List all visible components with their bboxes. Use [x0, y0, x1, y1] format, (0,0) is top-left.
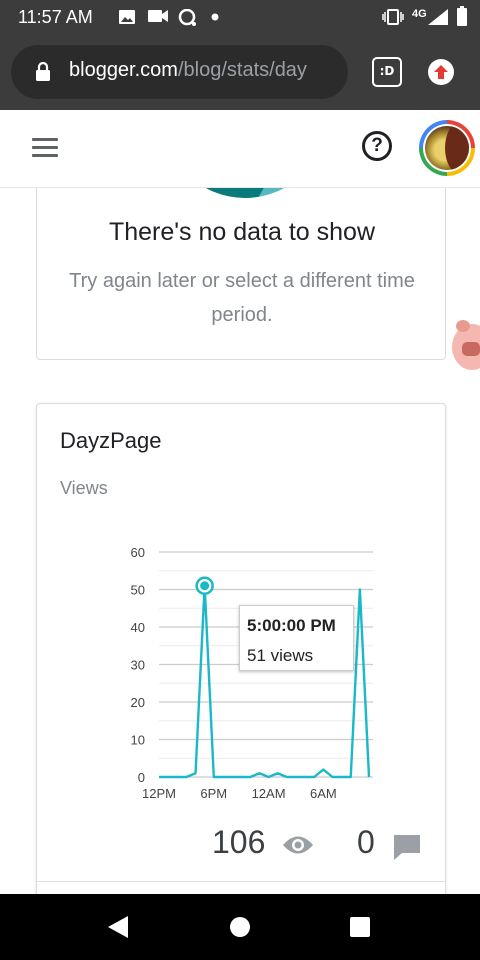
views-total: 106 — [212, 824, 266, 860]
browser-toolbar: blogger.com/blog/stats/day :D — [0, 34, 480, 110]
upload-button[interactable] — [428, 59, 454, 85]
y-tick-label: 60 — [131, 545, 145, 560]
upload-arrow-icon — [434, 65, 448, 79]
highlighted-point — [200, 581, 210, 591]
x-tick-label: 12PM — [142, 786, 176, 801]
vibrate-icon — [382, 9, 404, 25]
system-nav-bar — [0, 894, 480, 960]
main-content[interactable]: There's no data to show Try again later … — [0, 188, 480, 894]
app-header: ? — [0, 110, 480, 188]
chat-icon — [178, 9, 196, 26]
status-bar: 11:57 AM 4G — [0, 0, 480, 34]
dot-icon — [211, 13, 219, 21]
address-bar[interactable]: blogger.com/blog/stats/day — [11, 45, 348, 99]
y-tick-label: 20 — [131, 695, 145, 710]
help-icon[interactable]: ? — [362, 131, 392, 161]
eye-icon — [283, 836, 313, 854]
url-path: /blog/stats/day — [177, 59, 307, 81]
floating-bubble-icon[interactable] — [452, 320, 480, 370]
y-tick-label: 0 — [138, 770, 145, 785]
status-time: 11:57 AM — [18, 7, 93, 27]
back-icon[interactable] — [108, 916, 128, 938]
stats-card: DayzPage Views 0 10 20 30 40 50 60 12PM 6PM 12AM 6… — [36, 403, 446, 894]
menu-icon[interactable] — [32, 138, 58, 160]
url-host: blogger.com — [69, 59, 178, 81]
url-text: blogger.com/blog/stats/day — [69, 59, 307, 82]
y-tick-label: 30 — [131, 658, 145, 673]
network-type-label: 4G — [412, 8, 427, 20]
tab-switcher-button[interactable]: :D — [372, 57, 402, 87]
avatar[interactable] — [419, 120, 475, 176]
y-tick-label: 10 — [131, 733, 145, 748]
battery-icon — [457, 6, 467, 26]
empty-state-title: There's no data to show — [108, 218, 376, 246]
lock-icon — [36, 62, 50, 81]
empty-state-subtitle: Try again later or select a different ti… — [69, 270, 415, 326]
tooltip-views: 51 views — [247, 646, 314, 665]
home-icon[interactable] — [230, 917, 250, 937]
card-divider — [37, 881, 445, 882]
empty-state-card: There's no data to show Try again later … — [36, 188, 446, 360]
comments-total: 0 — [357, 824, 375, 860]
x-tick-label: 12AM — [252, 786, 286, 801]
recents-icon[interactable] — [350, 917, 370, 937]
stats-footer: 106 0 — [37, 824, 447, 874]
tooltip-time: 5:00:00 PM — [247, 616, 336, 635]
chart-tooltip: 5:00:00 PM 51 views — [239, 605, 354, 671]
stats-card-title: DayzPage — [60, 428, 162, 453]
y-tick-label: 50 — [131, 583, 145, 598]
pie-chart-graphic — [163, 188, 327, 198]
signal-icon — [428, 9, 448, 25]
y-tick-label: 40 — [131, 620, 145, 635]
gallery-icon — [119, 10, 135, 24]
x-tick-label: 6AM — [310, 786, 337, 801]
x-tick-label: 6PM — [200, 786, 227, 801]
video-icon — [148, 10, 168, 22]
stats-metric-label: Views — [60, 478, 108, 498]
comment-icon — [394, 835, 420, 860]
avatar-photo — [425, 126, 469, 170]
